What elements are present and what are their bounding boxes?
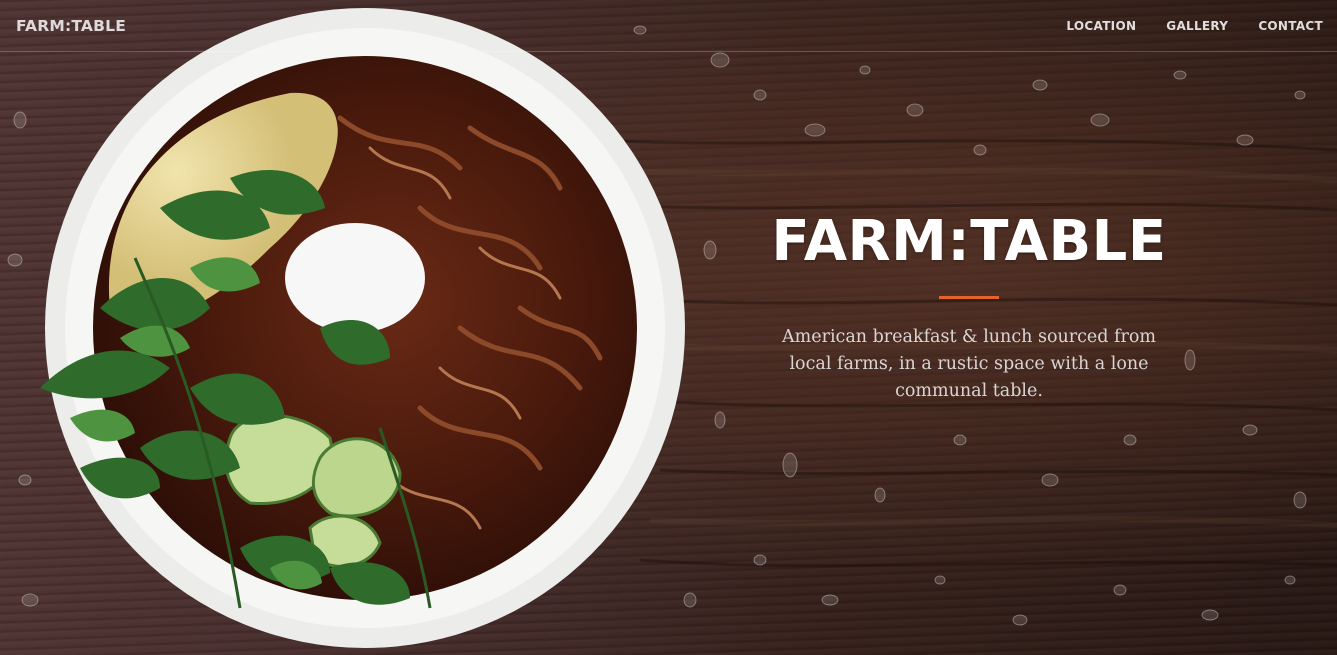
food-bowl-image — [40, 8, 685, 648]
hero-title: FARM:TABLE — [771, 209, 1167, 274]
nav-link-contact[interactable]: CONTACT — [1258, 19, 1323, 33]
main-nav: LOCATION GALLERY CONTACT — [1066, 19, 1323, 33]
hero-divider — [939, 296, 999, 299]
hero-text-block: FARM:TABLE American breakfast & lunch so… — [740, 206, 1198, 405]
brand-logo-link[interactable]: FARM:TABLE — [16, 17, 126, 35]
hero-section: FARM:TABLE LOCATION GALLERY CONTACT FARM… — [0, 0, 1337, 655]
nav-link-location[interactable]: LOCATION — [1066, 19, 1136, 33]
hero-subtitle: American breakfast & lunch sourced from … — [781, 327, 1157, 401]
top-navbar: FARM:TABLE LOCATION GALLERY CONTACT — [0, 0, 1337, 52]
nav-link-gallery[interactable]: GALLERY — [1166, 19, 1228, 33]
